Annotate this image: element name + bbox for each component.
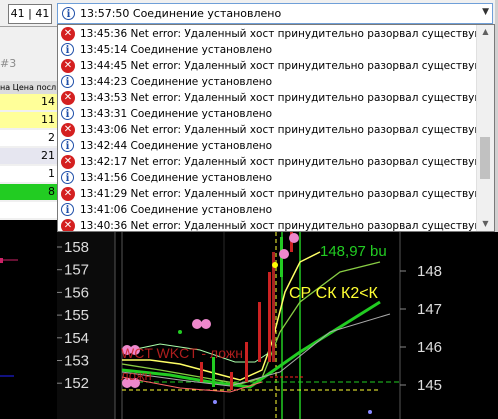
signal-dot — [272, 262, 278, 268]
axis-tick-label: 153 — [64, 353, 89, 370]
log-item-text: 13:41:06 Соединение установлено — [80, 204, 273, 216]
error-icon: ✕ — [61, 187, 75, 201]
axis-tick-label: 145 — [417, 377, 442, 394]
signal-dot — [368, 410, 372, 414]
quote-row[interactable]: 2 — [0, 130, 57, 146]
chevron-down-icon[interactable]: ▼ — [482, 7, 489, 17]
top-toolbar: 41 | 41 i 13:57:50 Соединение установлен… — [0, 0, 498, 27]
status-text: 13:57:50 Соединение установлено — [80, 7, 282, 20]
signal-dot — [178, 330, 182, 334]
log-item[interactable]: ✕ 13:44:45 Net error: Удаленный хост прин… — [58, 58, 478, 74]
log-item[interactable]: i 13:42:44 Соединение установлено — [58, 138, 478, 154]
signal-dot — [289, 233, 299, 243]
log-item[interactable]: ✕ 13:41:29 Net error: Удаленный хост прин… — [58, 186, 478, 202]
quote-row[interactable]: 21 — [0, 148, 57, 164]
candle — [272, 252, 275, 362]
connection-status-combo[interactable]: i 13:57:50 Соединение установлено ▼ — [57, 3, 493, 24]
info-icon: i — [62, 7, 75, 20]
log-item[interactable]: ✕ 13:40:36 Net error: Удаленный хост прин… — [58, 218, 478, 232]
error-icon: ✕ — [61, 123, 75, 137]
column-header-last-price[interactable]: на Цена посл — [0, 81, 57, 94]
overlay-label-2: ложн — [121, 368, 152, 383]
log-item[interactable]: i 13:43:31 Соединение установлено — [58, 106, 478, 122]
error-icon: ✕ — [61, 219, 75, 231]
error-icon: ✕ — [61, 27, 75, 41]
candle — [258, 302, 261, 362]
log-scrollbar[interactable]: ▲ ▼ — [476, 25, 494, 231]
quotes-panel: #3 на Цена посл 14 11 2 21 1 8 — [0, 27, 57, 220]
counter-display: 41 | 41 — [8, 4, 52, 24]
error-icon: ✕ — [61, 59, 75, 73]
log-item[interactable]: ✕ 13:42:17 Net error: Удаленный хост прин… — [58, 154, 478, 170]
candle — [212, 357, 215, 387]
log-item[interactable]: i 13:41:56 Соединение установлено — [58, 170, 478, 186]
log-item-text: 13:43:06 Net error: Удаленный хост прину… — [80, 124, 478, 136]
axis-tick-label: 156 — [64, 284, 89, 301]
info-icon: i — [61, 171, 74, 184]
axis-tick-label: 152 — [64, 375, 89, 392]
log-item-text: 13:44:23 Соединение установлено — [80, 76, 273, 88]
candle — [200, 362, 203, 382]
axis-tick-label: 158 — [64, 239, 89, 256]
log-item-text: 13:42:17 Net error: Удаленный хост прину… — [80, 156, 478, 168]
panel-tab-label[interactable]: #3 — [0, 57, 16, 70]
log-item-text: 13:45:36 Net error: Удаленный хост прину… — [80, 28, 478, 40]
info-icon: i — [61, 139, 74, 152]
overlay-label: WCT WKCT - ложн — [121, 345, 243, 361]
scroll-thumb[interactable] — [480, 137, 490, 179]
axis-tick-label: 146 — [417, 339, 442, 356]
error-icon: ✕ — [61, 155, 75, 169]
level-marker — [0, 258, 3, 263]
quote-row[interactable] — [0, 202, 57, 218]
log-item-text: 13:42:44 Соединение установлено — [80, 140, 273, 152]
signal-dot — [213, 400, 217, 404]
log-item-text: 13:41:56 Соединение установлено — [80, 172, 273, 184]
log-item[interactable]: ✕ 13:43:06 Net error: Удаленный хост прин… — [58, 122, 478, 138]
signal-dot — [279, 249, 289, 259]
axis-tick-label: 154 — [64, 330, 89, 347]
log-item-text: 13:43:53 Net error: Удаленный хост прину… — [80, 92, 478, 104]
log-item[interactable]: ✕ 13:43:53 Net error: Удаленный хост прин… — [58, 90, 478, 106]
quote-row[interactable]: 1 — [0, 166, 57, 182]
signal-dot — [201, 319, 211, 329]
error-icon: ✕ — [61, 91, 75, 105]
axis-tick-label: 155 — [64, 307, 89, 324]
info-icon: i — [61, 107, 74, 120]
candle — [230, 372, 233, 390]
log-item-text: 13:44:45 Net error: Удаленный хост прину… — [80, 60, 478, 72]
log-item[interactable]: i 13:45:14 Соединение установлено — [58, 42, 478, 58]
log-item[interactable]: ✕ 13:45:36 Net error: Удаленный хост прин… — [58, 26, 478, 42]
connection-log-dropdown[interactable]: ✕ 13:45:36 Net error: Удаленный хост прин… — [57, 24, 495, 232]
candle — [245, 342, 248, 382]
info-icon: i — [61, 203, 74, 216]
candle — [268, 272, 271, 362]
info-icon: i — [61, 43, 74, 56]
quote-row[interactable]: 8 — [0, 184, 57, 200]
log-item-text: 13:40:36 Net error: Удаленный хост прину… — [80, 220, 478, 232]
signal-annotation: СР СК К2<К — [289, 285, 379, 302]
log-item-text: 13:41:29 Net error: Удаленный хост прину… — [80, 188, 478, 200]
axis-tick-label: 147 — [417, 301, 442, 318]
price-chart[interactable]: 158 157 156 155 154 153 152 148 147 146 145 148,9… — [0, 232, 498, 419]
quote-row[interactable]: 14 — [0, 94, 57, 110]
scroll-down-icon[interactable]: ▼ — [477, 217, 494, 231]
quote-row[interactable]: 11 — [0, 112, 57, 128]
info-icon: i — [61, 75, 74, 88]
axis-tick-label: 157 — [64, 262, 89, 279]
log-item-text: 13:45:14 Соединение установлено — [80, 44, 273, 56]
scroll-up-icon[interactable]: ▲ — [477, 25, 494, 39]
log-item[interactable]: i 13:44:23 Соединение установлено — [58, 74, 478, 90]
log-item[interactable]: i 13:41:06 Соединение установлено — [58, 202, 478, 218]
axis-tick-label: 148 — [417, 263, 442, 280]
price-label: 148,97 bu — [320, 243, 387, 260]
signal-dot — [192, 319, 202, 329]
log-item-text: 13:43:31 Соединение установлено — [80, 108, 273, 120]
